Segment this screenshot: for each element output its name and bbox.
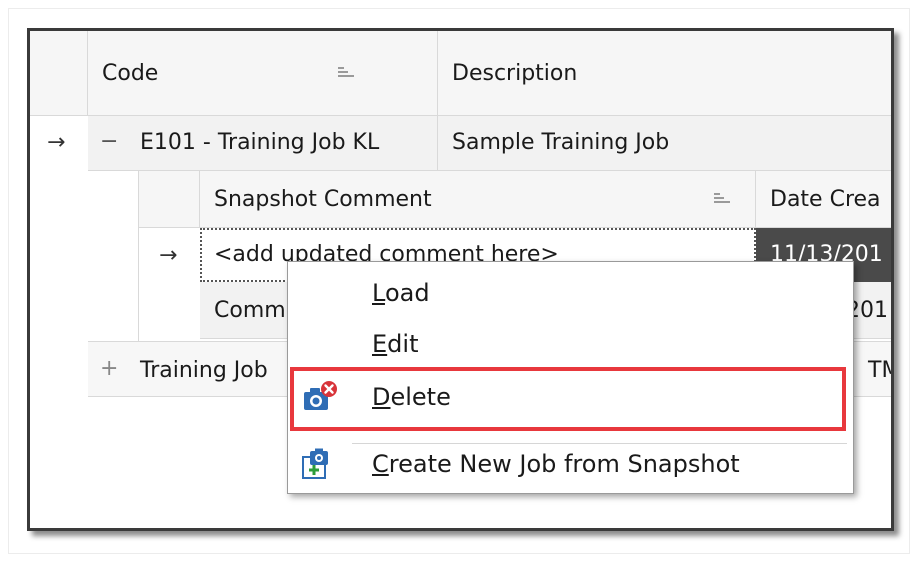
code-cell[interactable]: − E101 - Training Job KL bbox=[88, 116, 438, 171]
menu-item-create-label: Create New Job from Snapshot bbox=[372, 450, 740, 478]
menu-item-create-new-job-from-snapshot[interactable]: Create New Job from Snapshot bbox=[288, 439, 853, 489]
row-indicator-arrow: → bbox=[159, 243, 178, 268]
column-header-date-created[interactable]: Date Crea bbox=[756, 171, 891, 228]
menu-item-edit[interactable]: Edit bbox=[288, 319, 853, 369]
menu-item-edit-label: Edit bbox=[372, 330, 419, 358]
row-indicator-arrow: → bbox=[47, 130, 66, 155]
table-row[interactable]: → − E101 - Training Job KL Sample Traini… bbox=[30, 116, 891, 171]
date-created-header-label: Date Crea bbox=[770, 187, 881, 212]
expand-toggle[interactable]: + bbox=[100, 356, 118, 382]
description-value: Sample Training Job bbox=[452, 130, 670, 155]
collapse-toggle[interactable]: − bbox=[100, 129, 118, 155]
snapshot-comment-header-label: Snapshot Comment bbox=[214, 187, 432, 212]
delete-highlight-box bbox=[290, 367, 846, 431]
snapshot-comment-value: Comm bbox=[214, 298, 286, 323]
sort-icon[interactable] bbox=[714, 193, 730, 207]
description-cell[interactable]: Sample Training Job bbox=[438, 116, 891, 171]
menu-item-load-label: Load bbox=[372, 279, 430, 307]
code-value: Training Job bbox=[140, 358, 268, 383]
column-header-snapshot-comment[interactable]: Snapshot Comment bbox=[200, 171, 756, 228]
row-indicator-header bbox=[30, 31, 88, 116]
sort-icon[interactable] bbox=[338, 67, 354, 81]
code-value: E101 - Training Job KL bbox=[140, 130, 380, 155]
description-value: TM bbox=[868, 358, 891, 383]
column-header-code-label: Code bbox=[102, 61, 159, 86]
column-header-description[interactable]: Description bbox=[438, 31, 891, 116]
create-job-from-snapshot-icon bbox=[300, 447, 338, 481]
menu-item-load[interactable]: Load bbox=[288, 268, 853, 318]
column-header-code[interactable]: Code bbox=[88, 31, 438, 116]
detail-indicator-header bbox=[139, 171, 200, 228]
column-header-description-label: Description bbox=[452, 61, 578, 86]
context-menu: Load Edit Delete Create New Job from Sna… bbox=[287, 261, 854, 494]
